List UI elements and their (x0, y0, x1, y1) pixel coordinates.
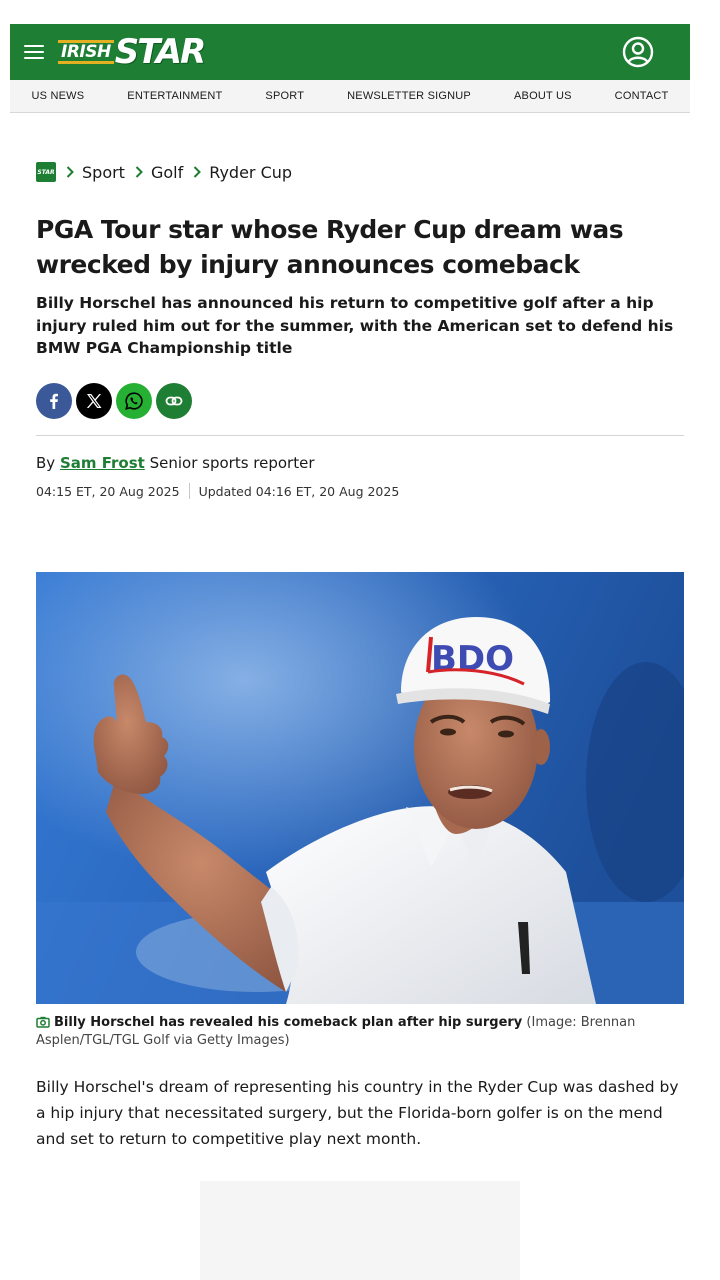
nav-us-news[interactable]: US NEWS (32, 90, 85, 102)
camera-icon (36, 1016, 50, 1028)
nav-sport[interactable]: SPORT (265, 90, 304, 102)
caption-text: Billy Horschel has revealed his comeback… (54, 1015, 523, 1030)
date-separator (188, 483, 190, 499)
nav-entertainment[interactable]: ENTERTAINMENT (127, 90, 222, 102)
author-role: Senior sports reporter (149, 454, 315, 472)
chevron-right-icon (135, 166, 143, 178)
section-divider (36, 435, 684, 436)
facebook-icon (50, 393, 58, 409)
account-icon[interactable] (622, 36, 654, 68)
menu-icon-bar (24, 45, 44, 47)
main-nav: US NEWS ENTERTAINMENT SPORT NEWSLETTER S… (10, 80, 690, 113)
menu-icon-bar (24, 51, 44, 53)
breadcrumb-golf[interactable]: Golf (151, 163, 183, 182)
ad-placeholder (200, 1181, 520, 1280)
menu-button[interactable] (24, 45, 44, 59)
site-logo[interactable]: IRISH STAR (58, 28, 207, 76)
breadcrumb-home-logo[interactable]: STAR (36, 162, 56, 182)
breadcrumb: STAR Sport Golf Ryder Cup (36, 160, 292, 184)
byline: By Sam Frost Senior sports reporter (36, 454, 315, 472)
nav-newsletter-signup[interactable]: NEWSLETTER SIGNUP (347, 90, 471, 102)
share-bar (36, 383, 192, 419)
article-standfirst: Billy Horschel has announced his return … (36, 294, 674, 357)
hero-image[interactable]: BDO (36, 572, 684, 1004)
copy-link-button[interactable] (156, 383, 192, 419)
share-facebook-button[interactable] (36, 383, 72, 419)
nav-about-us[interactable]: ABOUT US (514, 90, 572, 102)
whatsapp-icon (125, 392, 143, 410)
article-dates: 04:15 ET, 20 Aug 2025 Updated 04:16 ET, … (36, 483, 399, 499)
breadcrumb-ryder-cup[interactable]: Ryder Cup (209, 163, 292, 182)
chevron-right-icon (194, 166, 202, 178)
byline-prefix: By (36, 454, 56, 472)
breadcrumb-logo-text: STAR (37, 168, 55, 176)
chevron-right-icon (66, 166, 74, 178)
x-icon (86, 394, 102, 408)
logo-star-text: STAR (114, 32, 207, 72)
published-date: 04:15 ET, 20 Aug 2025 (36, 483, 180, 499)
share-whatsapp-button[interactable] (116, 383, 152, 419)
golfer-thumbs-up-photo: BDO (36, 572, 684, 1004)
cap-logo-text: BDO (431, 639, 514, 679)
link-icon (165, 396, 183, 406)
updated-date: Updated 04:16 ET, 20 Aug 2025 (198, 483, 400, 499)
article-headline: PGA Tour star whose Ryder Cup dream was … (36, 215, 624, 279)
menu-icon-bar (24, 57, 44, 59)
breadcrumb-sport[interactable]: Sport (82, 163, 125, 182)
share-x-button[interactable] (76, 383, 112, 419)
logo-irish-text: IRISH (58, 40, 114, 64)
image-caption: Billy Horschel has revealed his comeback… (36, 1014, 656, 1050)
site-header: IRISH STAR (10, 24, 690, 80)
nav-contact[interactable]: CONTACT (615, 90, 669, 102)
author-link[interactable]: Sam Frost (60, 454, 145, 472)
article-body-paragraph: Billy Horschel's dream of representing h… (36, 1078, 679, 1148)
